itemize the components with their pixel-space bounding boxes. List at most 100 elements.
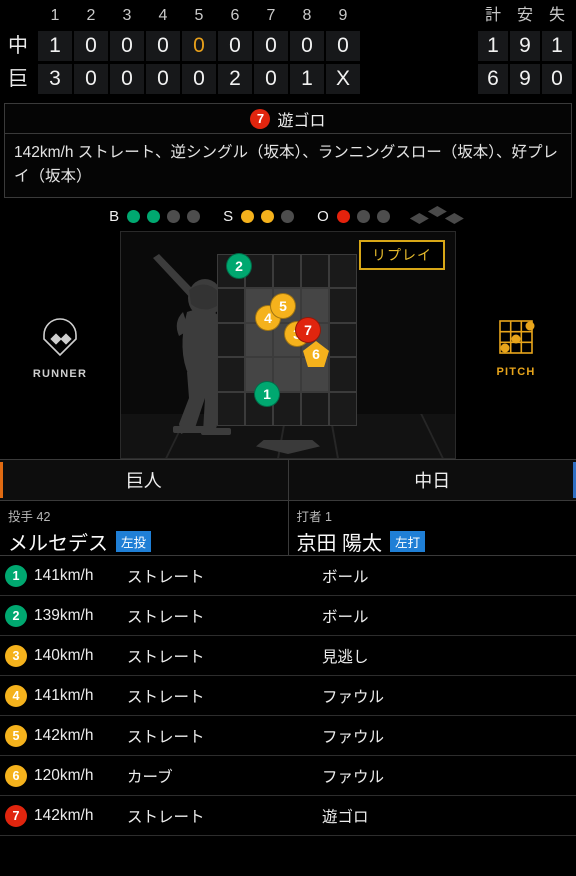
total-score: 1 (542, 31, 572, 61)
pitch-list: 1 141km/h ストレート ボール 2 139km/h ストレート ボール 3 140km/h… (0, 555, 576, 837)
ball-zone-cell (329, 254, 357, 289)
pitch-marker[interactable]: 1 (254, 381, 280, 408)
count-bar: B S O (0, 201, 576, 231)
pitch-panel[interactable]: PITCH (456, 231, 576, 459)
second-base-icon (427, 206, 447, 218)
inning-score: 0 (182, 31, 216, 61)
out-dot (356, 209, 370, 223)
pitch-number-badge: 5 (5, 724, 27, 747)
pitch-list-row[interactable]: 4 141km/h ストレート ファウル (0, 676, 576, 717)
pitch-type: ストレート (127, 688, 205, 706)
pitch-speed: 139km/h (34, 606, 94, 624)
inning-header: 8 (302, 7, 312, 24)
runner-label: RUNNER (32, 367, 88, 380)
pitch-speed: 142km/h (34, 726, 94, 744)
batter-role: 打者 1 (297, 506, 569, 525)
pitcher-name: メルセデス (8, 533, 108, 556)
play-result-badge: 7 (250, 108, 271, 129)
players-row: 投手 42 メルセデス 左投 打者 1 京田 陽太 左打 (0, 501, 576, 556)
strike-zone-grid: 1234567 (217, 253, 357, 427)
pitch-visualization: RUNNER 1234567 リプレイ (0, 231, 576, 460)
runner-panel[interactable]: RUNNER (0, 231, 120, 459)
pitch-result: ボール (322, 608, 369, 626)
inning-header: 7 (266, 7, 276, 24)
inning-score: 0 (110, 31, 144, 61)
total-header: 失 (548, 7, 565, 24)
pitch-type: ストレート (127, 808, 205, 826)
inning-header: 3 (122, 7, 132, 24)
total-score: 0 (542, 64, 572, 94)
ball-zone-cell (329, 391, 357, 427)
pitch-number-badge: 1 (5, 564, 27, 587)
play-result-title: 遊ゴロ (277, 112, 326, 130)
inning-score: 0 (254, 64, 288, 94)
pitch-speed: 120km/h (34, 766, 94, 784)
ball-dot (147, 209, 161, 223)
inning-score: 0 (110, 64, 144, 94)
pitch-speed: 141km/h (34, 566, 94, 584)
third-base-icon (409, 213, 429, 225)
inning-score: 0 (74, 31, 108, 61)
pitch-type: ストレート (127, 568, 205, 586)
replay-button[interactable]: リプレイ (359, 240, 445, 271)
inning-score: X (326, 64, 360, 94)
batter-card[interactable]: 打者 1 京田 陽太 左打 (287, 501, 576, 556)
pitch-grid-icon (499, 319, 535, 354)
pitch-result: ファウル (322, 728, 385, 746)
scoreboard: 123456789計安失中100000000191巨30000201X690 (0, 0, 576, 100)
out-dot (376, 209, 390, 223)
inning-score: 0 (290, 31, 324, 61)
team-tab[interactable]: 巨人 (0, 460, 288, 500)
pitch-list-row[interactable]: 1 141km/h ストレート ボール (0, 556, 576, 597)
pitch-list-row[interactable]: 7 142km/h ストレート 遊ゴロ (0, 796, 576, 837)
inning-score: 1 (38, 31, 72, 61)
pitch-result: 見逃し (322, 648, 369, 666)
pitcher-role-label: 投手 (8, 510, 34, 525)
team-abbr: 巨 (8, 68, 28, 90)
pitch-result: ファウル (322, 768, 385, 786)
ball-zone-cell (301, 254, 329, 289)
ball-zone-cell (217, 391, 245, 427)
pitcher-name-row: メルセデス 左投 (8, 527, 280, 556)
pitch-type: ストレート (127, 608, 205, 626)
total-score: 1 (478, 31, 508, 61)
total-score: 9 (510, 64, 540, 94)
inning-header: 2 (86, 7, 96, 24)
pitch-list-row[interactable]: 5 142km/h ストレート ファウル (0, 716, 576, 757)
batter-role-label: 打者 (296, 510, 322, 525)
inning-header: 1 (50, 7, 60, 24)
inning-header: 4 (158, 7, 168, 24)
ball-zone-cell (217, 357, 245, 392)
pitch-marker[interactable]: 2 (226, 253, 252, 280)
scoreboard-gap (362, 4, 476, 28)
pitcher-card[interactable]: 投手 42 メルセデス 左投 (0, 501, 288, 555)
ball-count-label: B (109, 207, 120, 225)
batter-name: 京田 陽太 (296, 533, 383, 556)
pitch-type: カーブ (127, 768, 173, 786)
inning-header: 6 (230, 7, 240, 24)
pitch-marker[interactable]: 7 (295, 317, 321, 344)
inning-score: 0 (146, 64, 180, 94)
strike-dot (281, 209, 295, 223)
inning-header: 5 (194, 7, 204, 24)
inning-score: 0 (254, 31, 288, 61)
pitch-number-badge: 3 (5, 644, 27, 667)
inning-score: 3 (38, 64, 72, 94)
scoreboard-corner (0, 4, 36, 28)
team-tab[interactable]: 中日 (287, 460, 576, 501)
pitch-list-row[interactable]: 6 120km/h カーブ ファウル (0, 756, 576, 797)
strike-count-dots (241, 209, 295, 223)
scoreboard-grid: 123456789計安失中100000000191巨30000201X690 (0, 4, 576, 94)
batter-number: 1 (325, 510, 332, 525)
inning-score: 0 (146, 31, 180, 61)
ball-count-dots (127, 209, 201, 223)
ball-dot (127, 209, 141, 223)
pitcher-number: 42 (36, 510, 51, 525)
team-tabs: 巨人 中日 (0, 459, 576, 502)
pitch-marker[interactable]: 5 (270, 293, 296, 320)
pitch-list-row[interactable]: 3 140km/h ストレート 見逃し (0, 636, 576, 677)
inning-score: 2 (218, 64, 252, 94)
pitch-field[interactable]: 1234567 リプレイ (120, 231, 456, 460)
pitch-list-row[interactable]: 2 139km/h ストレート ボール (0, 596, 576, 637)
pitch-result: 遊ゴロ (322, 808, 369, 826)
